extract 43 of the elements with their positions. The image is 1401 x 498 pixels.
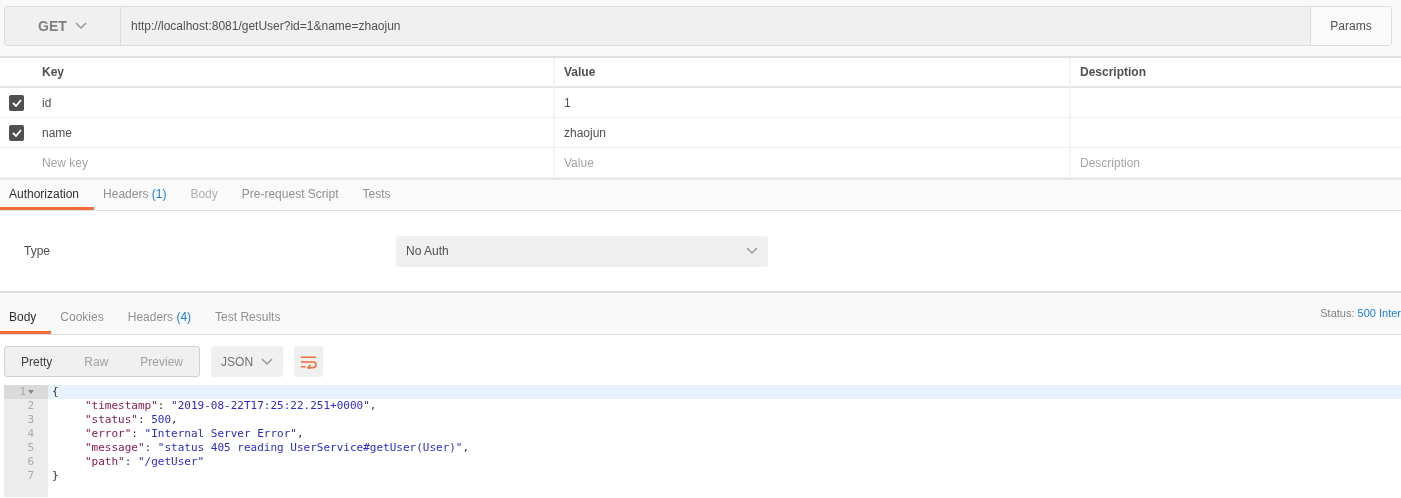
fold-icon[interactable] [28,390,34,394]
view-mode-button[interactable]: Preview [124,347,200,376]
code-line: "path": "/getUser" [84,455,206,469]
wrap-lines-button[interactable] [294,346,324,377]
code-line: "error": "Internal Server Error", [84,427,305,441]
table-cell[interactable]: name [33,118,553,148]
table-cell[interactable]: id [33,88,553,118]
tab[interactable]: Body [0,293,52,334]
code-line: "status": 500, [84,413,179,427]
line-number: 3 [26,413,35,427]
column-header: Description [1069,58,1401,88]
line-number: 5 [26,441,35,455]
table-cell[interactable]: zhaojun [553,118,1069,148]
table-cell[interactable] [1069,88,1401,118]
column-header: Key [33,58,553,88]
tab[interactable]: Pre-request Script [232,180,354,210]
checkbox[interactable] [9,94,24,111]
checkbox[interactable] [9,124,24,141]
line-number: 4 [26,427,35,441]
wrap-lines-icon [300,354,318,369]
tab[interactable]: Headers (1) [94,180,182,210]
chevron-icon [261,357,274,366]
view-mode-button[interactable]: Raw [68,347,125,376]
line-number: 6 [26,455,35,469]
type-label: Type [24,243,51,260]
format-dropdown[interactable]: JSON [211,346,284,377]
tab[interactable]: Test Results [206,293,296,334]
line-number: 2 [26,399,35,413]
column-header: Value [553,58,1069,88]
auth-type-dropdown[interactable]: No Auth [396,235,768,267]
tab[interactable]: Tests [353,180,406,210]
code-line: } [51,469,60,483]
table-cell[interactable]: 1 [553,88,1069,118]
tab[interactable]: Cookies [51,293,119,334]
code-line: "message": "status 405 reading UserService#getUser(User)", [84,441,471,455]
chevron-icon [746,247,758,255]
view-mode-button[interactable]: Pretty [5,347,69,376]
status-label: Status: [1320,307,1355,320]
line-number: 7 [26,469,35,483]
status-value: 500 Inter [1357,307,1401,320]
tab[interactable]: Headers (4) [118,293,207,334]
code-line: "timestamp": "2019-08-22T17:25:22.251+0000", [84,399,378,413]
tab[interactable]: Authorization [0,180,95,210]
